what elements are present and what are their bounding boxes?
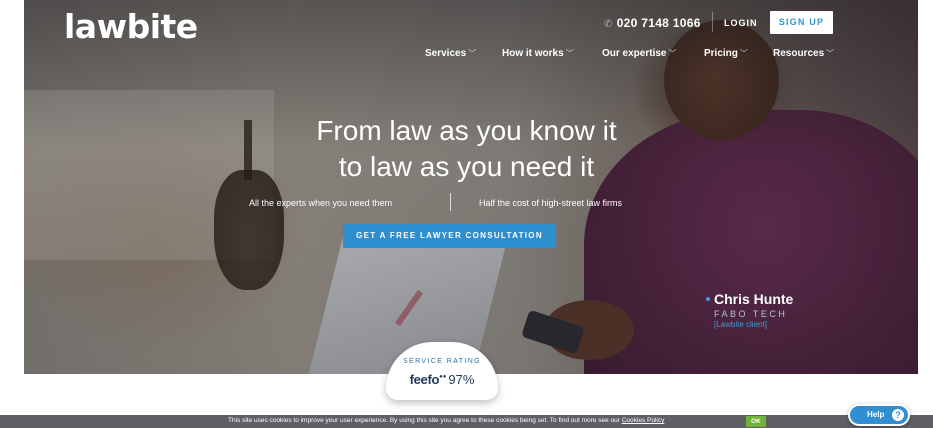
hero-headline: From law as you know it to law as you ne… xyxy=(0,113,933,185)
cookie-message: This site uses cookies to improve your u… xyxy=(228,417,664,424)
cookie-banner: This site uses cookies to improve your u… xyxy=(0,415,933,428)
rating-label: SERVICE RATING xyxy=(402,358,482,365)
testimonial-company: FABO TECH xyxy=(714,309,788,319)
login-link[interactable]: LOGIN xyxy=(724,18,758,28)
feefo-eyes-icon: ●● xyxy=(439,373,447,380)
chevron-down-icon: ﹀ xyxy=(826,49,835,58)
phone-icon: ✆ xyxy=(604,19,613,30)
header-divider xyxy=(712,12,713,32)
testimonial-name: Chris Hunte xyxy=(714,291,794,307)
nav-item-services[interactable]: Services ﹀ xyxy=(425,48,476,59)
hero-headline-line-2: to law as you need it xyxy=(338,151,595,182)
testimonial-note: [Lawbite client] xyxy=(714,320,767,329)
nav-item-label: Resources xyxy=(773,48,825,59)
cookie-text: This site uses cookies to improve your u… xyxy=(228,417,622,424)
feefo-logo: feefo xyxy=(409,372,440,387)
nav-item-resources[interactable]: Resources ﹀ xyxy=(773,48,834,59)
nav-item-how-it-works[interactable]: How it works ﹀ xyxy=(502,48,574,59)
help-label: Help xyxy=(867,410,885,419)
chevron-down-icon: ﹀ xyxy=(468,49,477,58)
rating-row: feefo●● 97% xyxy=(386,371,498,389)
nav-item-label: Pricing xyxy=(704,48,738,59)
nav-item-label: How it works xyxy=(502,48,564,59)
nav-item-pricing[interactable]: Pricing ﹀ xyxy=(704,48,748,59)
nav-item-label: Our expertise xyxy=(602,48,667,59)
free-consultation-button[interactable]: GET A FREE LAWYER CONSULTATION xyxy=(343,224,556,248)
nav-item-our-expertise[interactable]: Our expertise ﹀ xyxy=(602,48,676,59)
rating-value: 97% xyxy=(448,372,475,387)
help-button[interactable]: Help ? xyxy=(848,404,910,426)
cookie-ok-button[interactable]: OK xyxy=(746,416,766,427)
nav-item-label: Services xyxy=(425,48,467,59)
hero-headline-line-1: From law as you know it xyxy=(316,115,617,146)
chevron-down-icon: ﹀ xyxy=(565,49,574,58)
cookies-policy-link[interactable]: Cookies Policy xyxy=(622,417,665,424)
logo[interactable]: lawbite xyxy=(64,7,198,46)
hero-benefit-left: All the experts when you need them xyxy=(249,198,393,208)
question-icon: ? xyxy=(892,409,904,421)
chevron-down-icon: ﹀ xyxy=(668,49,677,58)
hero-benefit-right: Half the cost of high-street law firms xyxy=(479,198,623,208)
signup-button[interactable]: SIGN UP xyxy=(770,11,833,34)
phone-link[interactable]: ✆ 020 7148 1066 xyxy=(604,16,701,30)
chevron-down-icon: ﹀ xyxy=(739,49,748,58)
hero-benefit-divider xyxy=(450,193,451,211)
phone-number: 020 7148 1066 xyxy=(616,16,701,30)
caption-bullet xyxy=(706,297,710,301)
